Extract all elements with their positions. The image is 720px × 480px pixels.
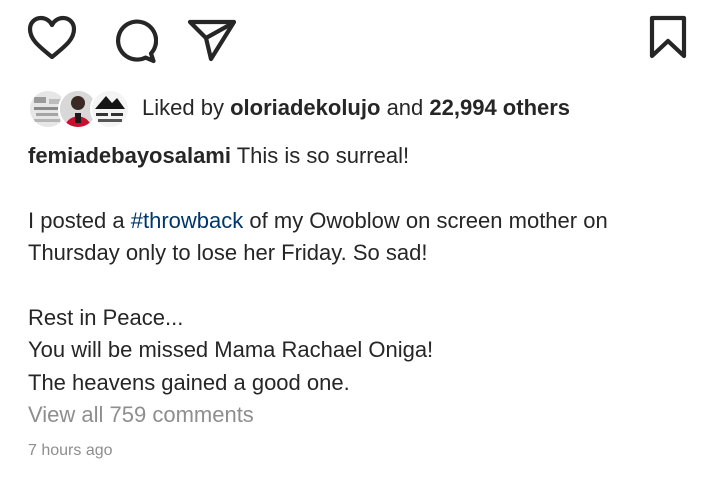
liker-avatars xyxy=(28,89,132,129)
likes-text: Liked by oloriadekolujo and 22,994 other… xyxy=(142,95,570,121)
likes-count[interactable]: 22,994 others xyxy=(429,95,570,120)
likes-prefix: Liked by xyxy=(142,95,224,120)
post-timestamp: 7 hours ago xyxy=(28,442,113,459)
post-action-bar xyxy=(0,0,720,80)
caption-text: I posted a xyxy=(28,207,125,233)
hashtag-link[interactable]: #throwback xyxy=(131,208,244,233)
view-all-comments-link[interactable]: View all 759 comments xyxy=(28,402,254,428)
caption-line: Rest in Peace... xyxy=(28,304,184,330)
caption-line: This is so surreal! xyxy=(236,143,410,168)
comment-icon[interactable] xyxy=(108,15,158,65)
avatar[interactable] xyxy=(90,89,130,129)
liker-username[interactable]: oloriadekolujo xyxy=(230,95,380,120)
caption-line: The heavens gained a good one. xyxy=(28,369,350,395)
caption-text: of my Owoblow on screen mother on xyxy=(249,207,608,233)
caption-line: Thursday only to lose her Friday. So sad… xyxy=(28,240,428,265)
likes-summary: Liked by oloriadekolujo and 22,994 other… xyxy=(28,88,570,129)
caption-line: You will be missed Mama Rachael Oniga! xyxy=(28,337,434,362)
caption-username[interactable]: femiadebayosalami xyxy=(28,143,231,168)
likes-joiner: and xyxy=(386,95,424,120)
share-icon[interactable] xyxy=(186,13,238,63)
bookmark-icon[interactable] xyxy=(644,12,694,62)
heart-icon[interactable] xyxy=(26,15,78,61)
post-caption: femiadebayosalami This is so surreal! I … xyxy=(28,140,698,399)
